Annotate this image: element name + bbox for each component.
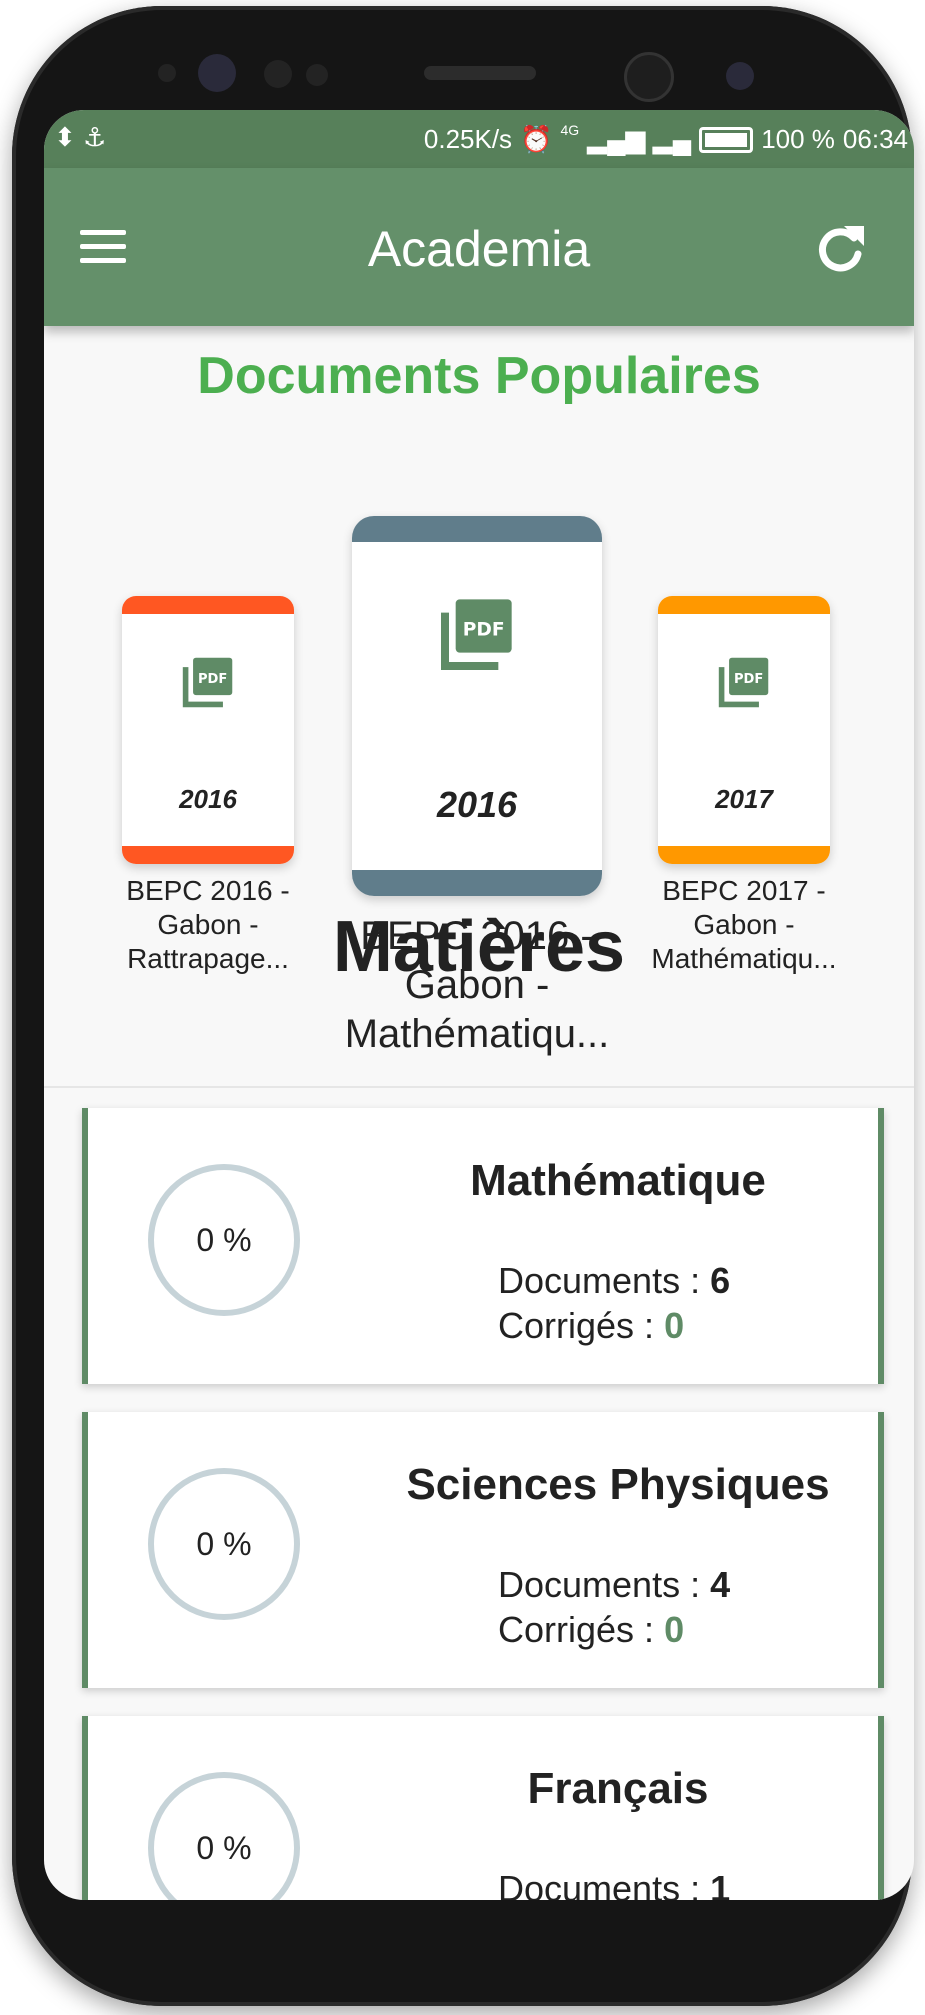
battery-level: 100 % (761, 124, 835, 154)
pdf-icon: PDF (182, 657, 233, 708)
subject-card-francais[interactable]: 0 % Français Documents : 1 Corrigés : 0 (82, 1716, 884, 1900)
card-accent-bar (658, 846, 830, 864)
subject-card-mathematique[interactable]: 0 % Mathématique Documents : 6 Corrigés … (82, 1108, 884, 1384)
app-bar: Academia (44, 168, 914, 326)
progress-ring: 0 % (148, 1468, 300, 1620)
documents-count-row: Documents : 4 (498, 1564, 731, 1605)
subject-name: Mathématique (470, 1156, 766, 1205)
signal-icon: ▂▄▆ ▂▄ (587, 124, 692, 154)
subject-name: Sciences Physiques (406, 1460, 830, 1509)
subject-stats: Documents : 4 Corrigés : 0 (498, 1562, 730, 1652)
card-accent-bar (658, 596, 830, 614)
document-year: 2017 (715, 784, 773, 814)
app-screen: ⬍ ⚓ 0.25K/s ⏰ 4G ▂▄▆ ▂▄ 100 % 06:34 Acad… (44, 110, 914, 1900)
app-title: Academia (367, 221, 591, 277)
corriges-count-row: Corrigés : 0 (498, 1609, 685, 1650)
sensor-dot (264, 60, 292, 88)
subjects-title: Matières (332, 907, 626, 987)
clock: 06:34 (842, 124, 908, 154)
refresh-icon[interactable] (814, 220, 866, 276)
document-card[interactable]: PDF 2016 (122, 596, 294, 864)
popular-title: Documents Populaires (197, 347, 761, 405)
phone-frame: ⬍ ⚓ 0.25K/s ⏰ 4G ▂▄▆ ▂▄ 100 % 06:34 Acad… (12, 6, 914, 2006)
documents-count-row: Documents : 6 (498, 1260, 731, 1301)
subject-name: Français (527, 1764, 709, 1813)
progress-value: 0 % (196, 1829, 252, 1866)
alarm-icon: ⏰ (520, 124, 553, 154)
svg-text:PDF: PDF (198, 672, 227, 687)
corriges-count-row: Corrigés : 0 (498, 1305, 685, 1346)
svg-text:PDF: PDF (734, 672, 763, 687)
svg-text:PDF: PDF (463, 619, 505, 640)
pdf-icon: PDF (718, 657, 769, 708)
card-accent-bar (122, 846, 294, 864)
card-accent-bar (352, 516, 602, 542)
sensor-dot (306, 64, 328, 86)
card-accent-bar (352, 870, 602, 896)
pdf-icon: PDF (441, 599, 512, 670)
progress-ring: 0 % (148, 1164, 300, 1316)
card-accent-bar (122, 596, 294, 614)
section-divider (44, 1086, 914, 1088)
status-bar: ⬍ ⚓ 0.25K/s ⏰ 4G ▂▄▆ ▂▄ 100 % 06:34 (44, 110, 914, 168)
document-card-featured[interactable]: PDF 2016 (352, 516, 602, 896)
document-card[interactable]: PDF 2017 (658, 596, 830, 864)
network-speed: 0.25K/s (423, 124, 513, 154)
document-year: 2016 (436, 784, 518, 825)
battery-icon (699, 126, 754, 153)
front-sensor (198, 54, 236, 92)
document-year: 2016 (179, 784, 237, 814)
usb-icon: ⬍ ⚓ (54, 122, 107, 152)
speaker-grille (424, 66, 536, 80)
subject-stats: Documents : 1 Corrigés : 0 (498, 1866, 730, 1900)
status-indicators: 0.25K/s ⏰ 4G ▂▄▆ ▂▄ 100 % 06:34 (423, 121, 908, 155)
progress-value: 0 % (196, 1221, 252, 1258)
sensor-dot (158, 64, 176, 82)
progress-value: 0 % (196, 1525, 252, 1562)
documents-count-row: Documents : 1 (498, 1868, 731, 1900)
front-camera (624, 52, 674, 102)
network-label: 4G (560, 121, 580, 138)
progress-ring: 0 % (148, 1772, 300, 1900)
subject-card-sciences-physiques[interactable]: 0 % Sciences Physiques Documents : 4 Cor… (82, 1412, 884, 1688)
sensor-dot (726, 62, 754, 90)
subject-stats: Documents : 6 Corrigés : 0 (498, 1258, 730, 1348)
